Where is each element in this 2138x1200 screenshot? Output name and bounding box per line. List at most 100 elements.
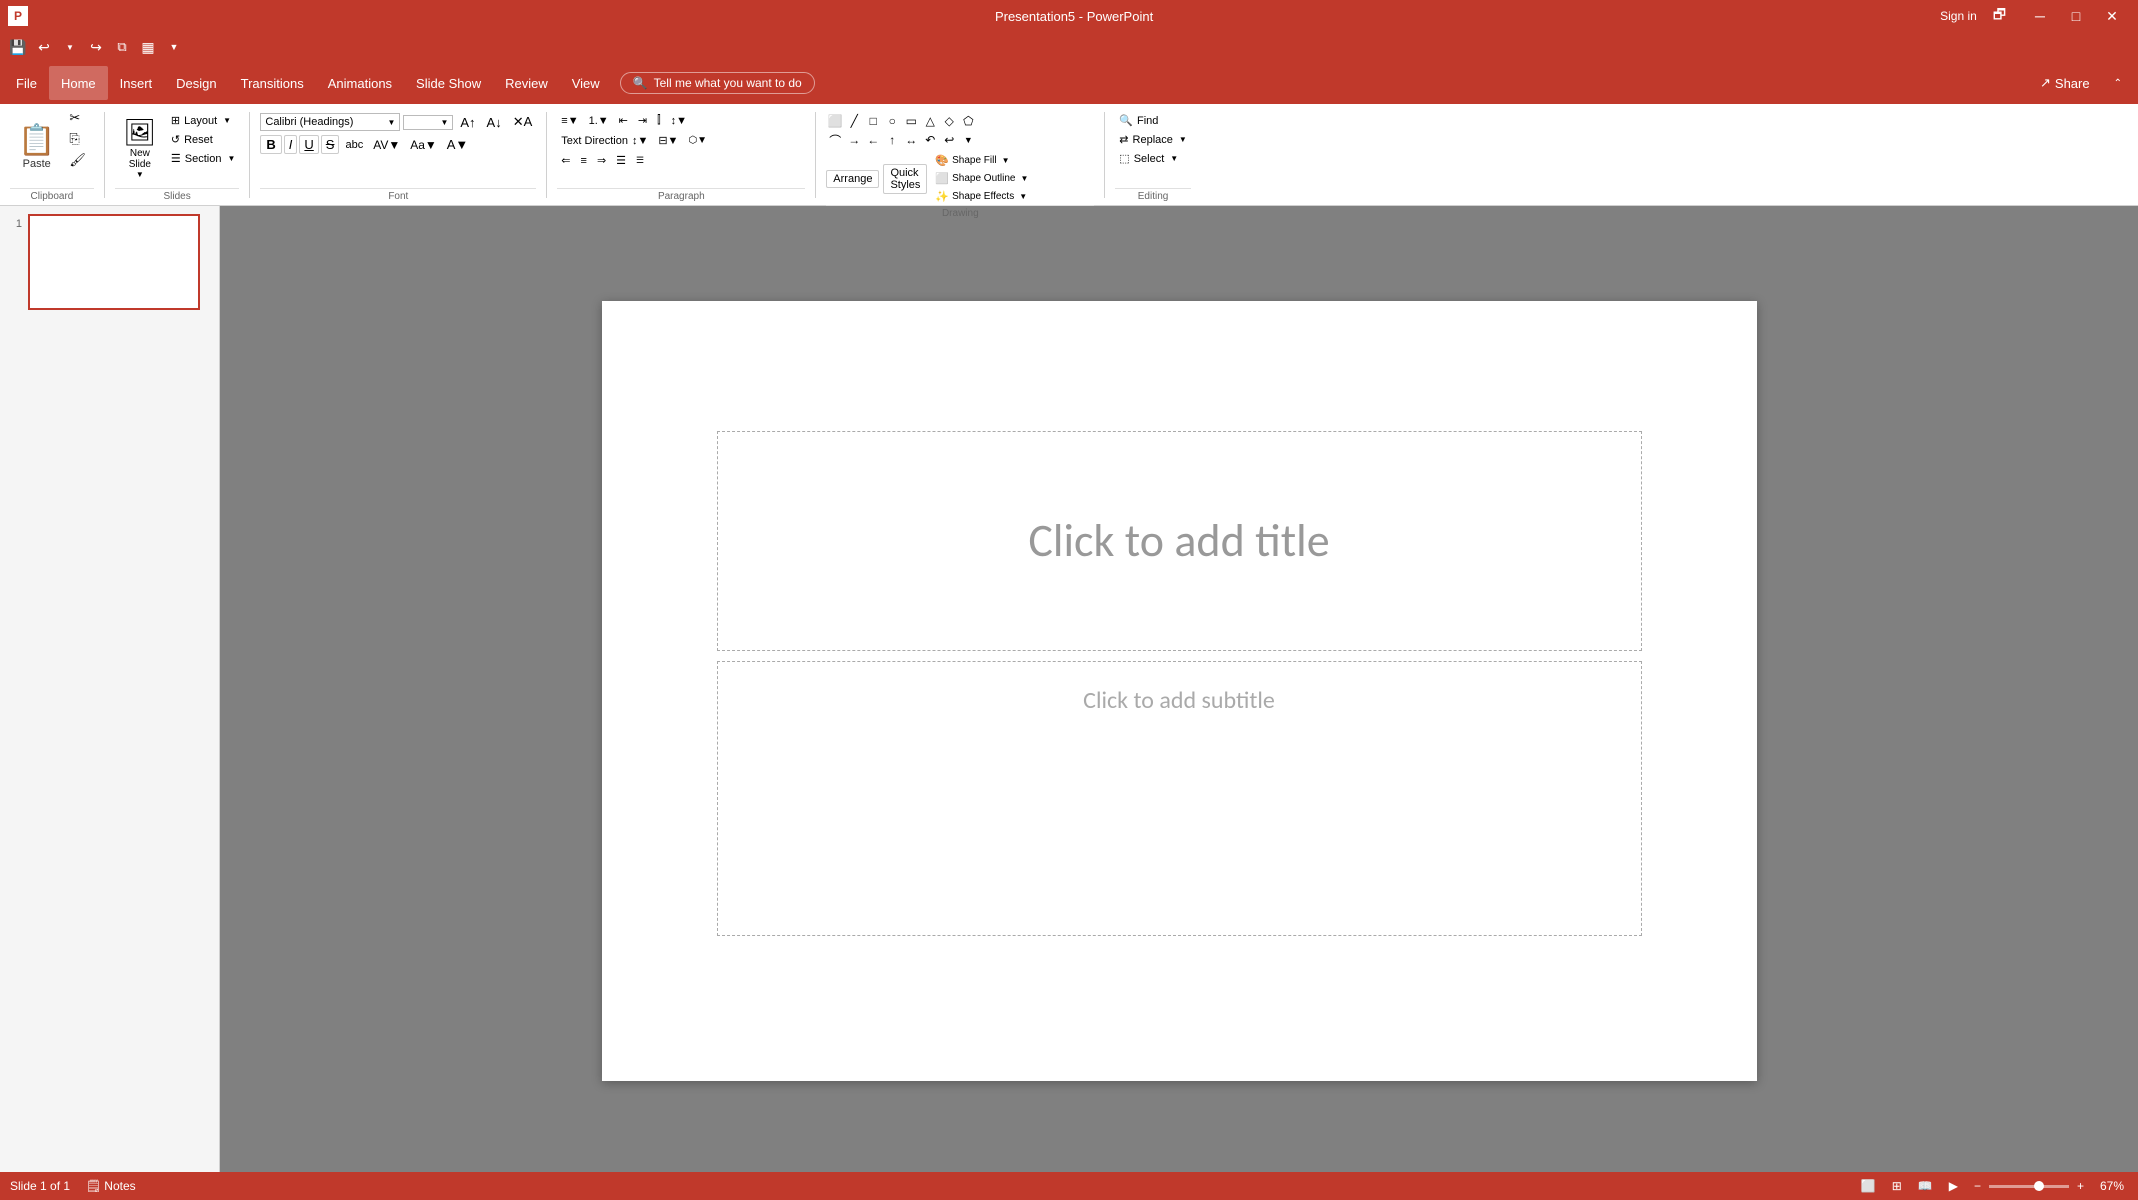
shape-tool-curved[interactable]: ⌒: [826, 131, 844, 149]
shape-tool-rect[interactable]: □: [864, 112, 882, 130]
font-name-dropdown[interactable]: Calibri (Headings) ▼: [260, 113, 400, 131]
zoom-in-button[interactable]: +: [2073, 1177, 2088, 1195]
close-button[interactable]: ✕: [2094, 0, 2130, 32]
find-button[interactable]: 🔍 Find: [1115, 112, 1162, 129]
format-painter-icon: 🖌: [69, 152, 86, 168]
title-placeholder[interactable]: Click to add title: [717, 431, 1642, 651]
redo-button[interactable]: ↪: [84, 35, 108, 59]
clear-formatting-button[interactable]: ✕A: [509, 112, 537, 132]
shape-tool-u-turn[interactable]: ↩: [940, 131, 958, 149]
menu-transitions[interactable]: Transitions: [229, 66, 316, 100]
section-button[interactable]: ☰ Section ▼: [167, 150, 240, 167]
shape-tool-circle[interactable]: ○: [883, 112, 901, 130]
save-button[interactable]: 💾: [6, 35, 30, 59]
font-color-button[interactable]: A▼: [443, 135, 473, 154]
numbering-button[interactable]: 1.▼: [585, 113, 613, 129]
zoom-slider: − +: [1970, 1177, 2088, 1195]
bullets-button[interactable]: ≡▼: [557, 113, 582, 129]
zoom-track[interactable]: [1989, 1185, 2069, 1188]
menu-home[interactable]: Home: [49, 66, 108, 100]
cut-button[interactable]: ✂: [65, 108, 94, 128]
character-spacing-button[interactable]: AV▼: [369, 136, 404, 154]
undo-button[interactable]: ↩: [32, 35, 56, 59]
more-qa-options[interactable]: ▼: [162, 35, 186, 59]
align-left-button[interactable]: ⇐: [557, 152, 574, 169]
shapes-more[interactable]: ▼: [959, 131, 977, 149]
increase-font-button[interactable]: A↑: [456, 113, 479, 132]
shape-tool-arrow-right[interactable]: →: [845, 131, 863, 149]
format-painter-button[interactable]: 🖌: [65, 150, 94, 170]
shape-tool-line[interactable]: ╱: [845, 112, 863, 130]
menu-review[interactable]: Review: [493, 66, 560, 100]
new-slide-button[interactable]: 🖼 NewSlide ▼: [115, 108, 165, 188]
shape-tool-arrow-left[interactable]: ←: [864, 131, 882, 149]
shadow-button[interactable]: abc: [341, 138, 367, 152]
shape-tool-rounded-rect[interactable]: ▭: [902, 112, 920, 130]
change-case-button[interactable]: Aa▼: [406, 136, 441, 154]
align-right-button[interactable]: ⇒: [593, 152, 610, 169]
quick-styles-button[interactable]: QuickStyles: [883, 164, 927, 194]
shape-tool-diamond[interactable]: ◇: [940, 112, 958, 130]
italic-button[interactable]: I: [284, 135, 298, 154]
signin-button[interactable]: Sign in: [1940, 9, 1977, 23]
shape-tool-curved-arrow[interactable]: ↶: [921, 131, 939, 149]
layout-button[interactable]: ⊞ Layout ▼: [167, 112, 240, 129]
shape-tool-pentagon[interactable]: ⬠: [959, 112, 977, 130]
menu-slideshow[interactable]: Slide Show: [404, 66, 493, 100]
slide-sorter-button[interactable]: ⊞: [1888, 1177, 1906, 1195]
menu-view[interactable]: View: [560, 66, 612, 100]
copy-button[interactable]: ⎘: [65, 129, 94, 149]
replace-button[interactable]: ⇄ Replace ▼: [1115, 131, 1191, 148]
menu-file[interactable]: File: [4, 66, 49, 100]
notes-button[interactable]: 🗒 Notes: [82, 1177, 140, 1195]
shape-fill-button[interactable]: 🎨 Shape Fill ▼: [931, 152, 1032, 169]
underline-button[interactable]: U: [299, 135, 318, 154]
justify-low-button[interactable]: ☰: [632, 153, 648, 168]
select-button[interactable]: ⬚ Select ▼: [1115, 150, 1182, 167]
zoom-level[interactable]: 67%: [2096, 1177, 2128, 1195]
shape-tool-triangle[interactable]: △: [921, 112, 939, 130]
paste-button[interactable]: 📋 Paste: [10, 108, 63, 188]
font-size-dropdown[interactable]: ▼: [403, 115, 453, 130]
bold-button[interactable]: B: [260, 135, 281, 154]
menu-design[interactable]: Design: [164, 66, 228, 100]
tell-me-input[interactable]: 🔍 Tell me what you want to do: [620, 72, 815, 94]
decrease-font-button[interactable]: A↓: [483, 113, 506, 132]
reading-view-button[interactable]: 📖: [1914, 1177, 1937, 1195]
menu-insert[interactable]: Insert: [108, 66, 165, 100]
increase-indent-button[interactable]: ⇥: [634, 112, 651, 129]
shape-tool-arrow-double[interactable]: ↔: [902, 131, 920, 149]
window-controls: ─ □ ✕: [2022, 0, 2130, 32]
maximize-button[interactable]: □: [2058, 0, 2094, 32]
undo-dropdown[interactable]: ▼: [58, 35, 82, 59]
zoom-out-button[interactable]: −: [1970, 1177, 1985, 1195]
line-spacing-button[interactable]: ↕▼: [667, 113, 691, 129]
shape-effects-button[interactable]: ✨ Shape Effects ▼: [931, 188, 1032, 205]
slide-canvas: Click to add title Click to add subtitle: [602, 301, 1757, 1081]
subtitle-placeholder[interactable]: Click to add subtitle: [717, 661, 1642, 936]
shape-tool-arrow-up[interactable]: ↑: [883, 131, 901, 149]
menu-animations[interactable]: Animations: [316, 66, 404, 100]
columns-button[interactable]: ⫿: [653, 112, 665, 129]
slideshow-button[interactable]: ▶: [1945, 1177, 1962, 1195]
reset-button[interactable]: ↺ Reset: [167, 131, 240, 148]
share-button[interactable]: ↗ Share: [2028, 66, 2102, 100]
strikethrough-button[interactable]: S: [321, 135, 340, 154]
slide-thumbnail-1[interactable]: [28, 214, 200, 310]
justify-button[interactable]: ☰: [612, 152, 630, 169]
paragraph-group: ≡▼ 1.▼ ⇤ ⇥ ⫿ ↕▼ Text Direction ↕▼ ⊟▼ ⬡▼: [551, 108, 811, 202]
arrange-button[interactable]: Arrange: [826, 170, 879, 188]
collapse-ribbon-button[interactable]: ⌃: [2102, 66, 2134, 100]
shape-tool-picture[interactable]: ⬜: [826, 112, 844, 130]
text-direction-button[interactable]: Text Direction ↕▼: [557, 133, 652, 149]
store-icon[interactable]: 🗗: [1993, 4, 2006, 28]
convert-smartart-button[interactable]: ⬡▼: [684, 133, 711, 148]
normal-view-button[interactable]: ⬜: [1857, 1177, 1880, 1195]
shape-outline-button[interactable]: ⬜ Shape Outline ▼: [931, 170, 1032, 187]
minimize-button[interactable]: ─: [2022, 0, 2058, 32]
align-center-button[interactable]: ≡: [577, 153, 591, 169]
presentation-mode-icon[interactable]: ▦: [136, 35, 160, 59]
align-text-button[interactable]: ⊟▼: [654, 132, 682, 149]
customize-quick-access[interactable]: ⧉: [110, 35, 134, 59]
decrease-indent-button[interactable]: ⇤: [615, 112, 632, 129]
